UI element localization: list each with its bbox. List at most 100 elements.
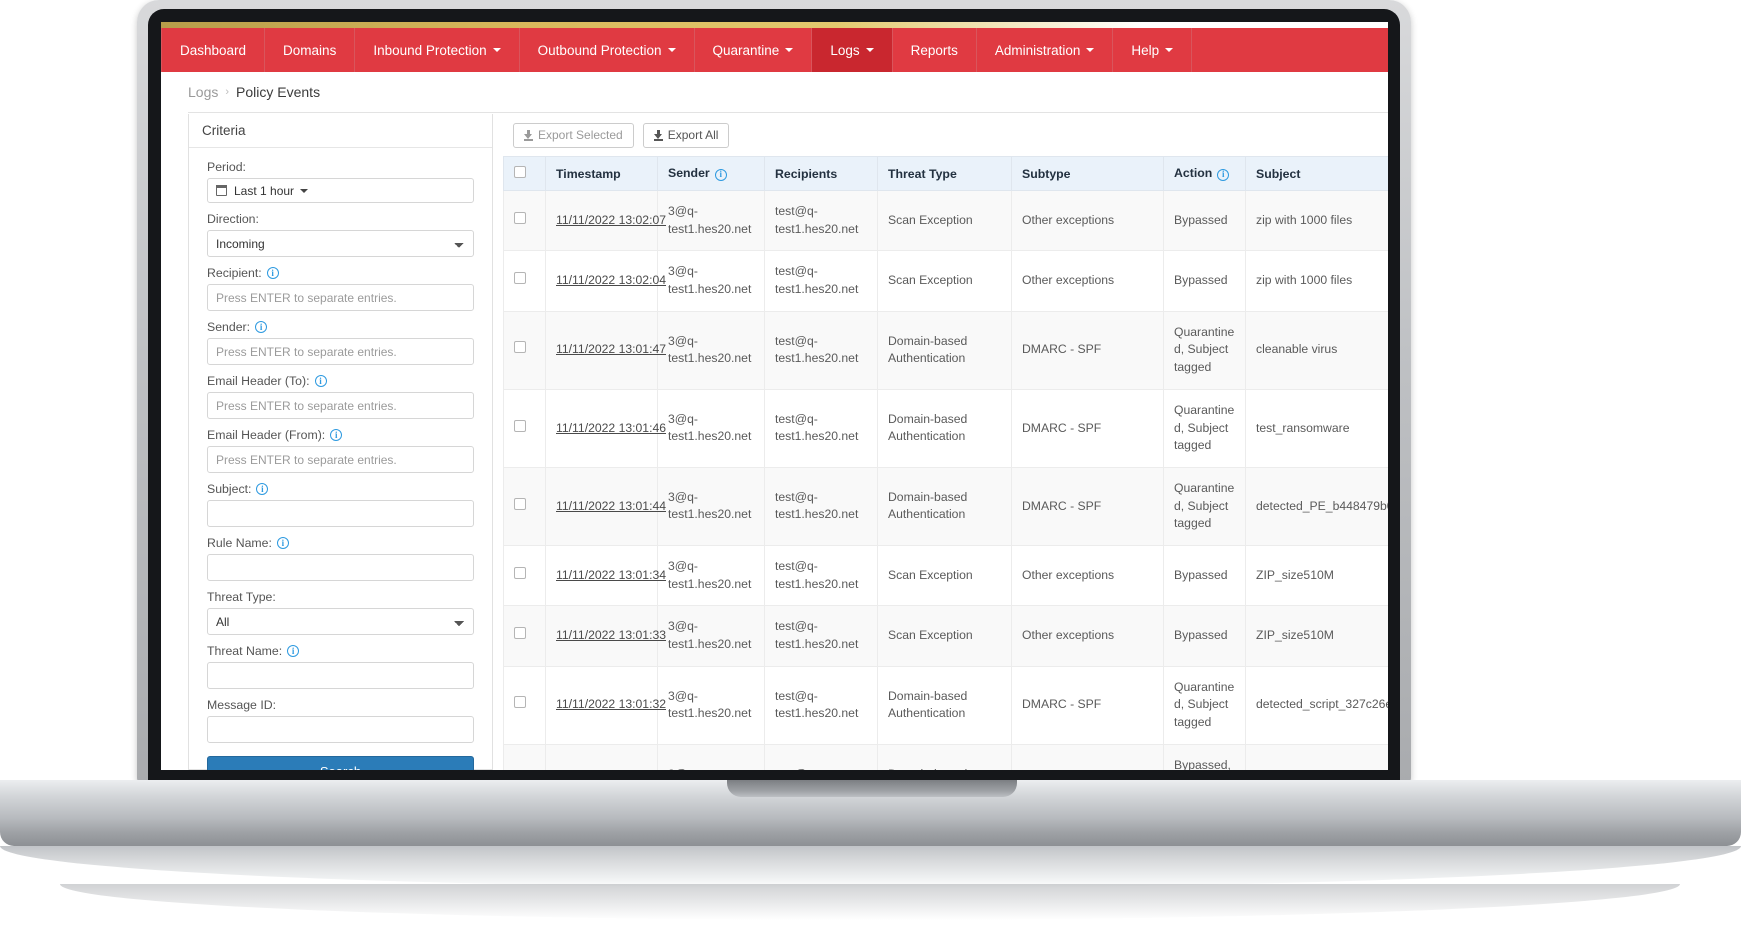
cell-recipients: test@q-test1.hes20.net [764, 605, 878, 667]
info-icon[interactable]: i [276, 537, 289, 549]
table-row[interactable]: 11/11/2022 13:01:46 3@q-test1.hes20.net te… [503, 388, 1388, 468]
info-icon[interactable]: i [1217, 168, 1230, 181]
cell-value: 3@q-test1.hes20.net [668, 688, 752, 721]
row-checkbox[interactable] [514, 497, 526, 510]
column-header-subtype[interactable]: Subtype [1011, 156, 1164, 191]
nav-item-quarantine[interactable]: Quarantine [695, 28, 813, 72]
cell-threat_type: Scan Exception [877, 605, 1012, 667]
timestamp-link[interactable]: 11/11/2022 13:01:32 [556, 697, 666, 711]
table-row[interactable]: 11/11/2022 13:02:07 3@q-test1.hes20.net te… [503, 189, 1388, 252]
direction-select[interactable]: Incoming [207, 230, 474, 257]
column-header-label: Recipients [775, 166, 838, 181]
table-header: Timestamp Sender i Recipients Threat Type Sub… [503, 156, 1388, 191]
timestamp-link[interactable]: 11/11/2022 13:01:34 [556, 568, 666, 582]
field-recipient: Recipient: i [207, 266, 474, 311]
threat-name-label: Threat Name: i [207, 644, 474, 658]
laptop-foot [0, 846, 1741, 888]
row-checkbox[interactable] [514, 272, 526, 285]
column-header-label: Threat Type [888, 166, 957, 181]
cell-checkbox [503, 665, 546, 745]
info-icon[interactable]: i [256, 483, 269, 495]
timestamp-link[interactable]: 11/11/2022 13:01:44 [556, 499, 666, 513]
nav-item-administration[interactable]: Administration [977, 28, 1114, 72]
info-icon[interactable]: i [314, 375, 327, 387]
table-row[interactable]: 11/11/2022 13:01:32 3@q-test1.hes20.net te… [503, 665, 1388, 745]
sender-label: Sender: i [207, 320, 474, 334]
table-row[interactable]: 11/11/2022 13:01:47 3@q-test1.hes20.net te… [503, 310, 1388, 390]
table-row[interactable]: 11/11/2022 13:01:44 3@q-test1.hes20.net te… [503, 466, 1388, 546]
timestamp-link[interactable]: 11/11/2022 13:02:07 [556, 213, 666, 227]
cell-value: test@q-test1.hes20.net [775, 411, 859, 444]
column-header-recipients[interactable]: Recipients [764, 156, 878, 191]
nav-item-reports[interactable]: Reports [893, 28, 977, 72]
email-header-from-label: Email Header (From): i [207, 428, 474, 442]
column-header-sender[interactable]: Sender i [657, 156, 765, 191]
criteria-form: Period: Last 1 hour Direction: Incoming … [189, 148, 492, 770]
row-checkbox[interactable] [514, 211, 526, 224]
sender-input[interactable] [207, 338, 474, 365]
row-checkbox[interactable] [514, 627, 526, 640]
laptop-screen: Dashboard Domains Inbound Protection Outbou… [161, 22, 1388, 770]
cell-value: Quarantined, Subject tagged [1174, 324, 1235, 375]
export-all-button[interactable]: Export All [642, 122, 730, 148]
field-rule-name: Rule Name: i [207, 536, 474, 581]
timestamp-link[interactable]: 11/11/2022 13:01:33 [556, 628, 666, 642]
column-header-timestamp[interactable]: Timestamp [545, 156, 658, 191]
table-row[interactable]: 11/11/2022 13:02:04 3@q-test1.hes20.net te… [503, 250, 1388, 312]
download-icon [524, 129, 533, 141]
period-dropdown-button[interactable]: Last 1 hour [207, 178, 474, 203]
row-checkbox[interactable] [514, 566, 526, 579]
email-header-to-input[interactable] [207, 392, 474, 419]
info-icon[interactable]: i [330, 429, 343, 441]
search-button[interactable]: Search [207, 756, 474, 770]
threat-name-input[interactable] [207, 662, 474, 689]
column-header-threat_type[interactable]: Threat Type [877, 156, 1012, 191]
threat-type-select[interactable]: All [207, 608, 474, 635]
table-row[interactable]: 11/11/2022 13:01:33 3@q-test1.hes20.net te… [503, 605, 1388, 667]
column-header-subject[interactable]: Subject [1245, 156, 1388, 191]
table-row[interactable]: 11/11/2022 13:01:34 3@q-test1.hes20.net te… [503, 544, 1388, 607]
cell-checkbox [503, 189, 546, 252]
export-selected-button[interactable]: Export Selected [513, 122, 634, 148]
select-all-checkbox[interactable] [514, 166, 526, 178]
nav-item-inbound-protection[interactable]: Inbound Protection [355, 28, 520, 72]
row-checkbox[interactable] [514, 696, 526, 709]
info-icon[interactable]: i [714, 168, 727, 181]
email-header-from-input[interactable] [207, 446, 474, 473]
nav-item-domains[interactable]: Domains [265, 28, 356, 72]
column-header-action[interactable]: Action i [1163, 156, 1246, 191]
timestamp-link[interactable]: 11/11/2022 13:02:04 [556, 273, 666, 287]
nav-item-logs[interactable]: Logs [812, 28, 893, 72]
nav-item-outbound-protection[interactable]: Outbound Protection [520, 28, 695, 72]
nav-item-label: Inbound Protection [373, 42, 487, 58]
main-navigation-bar: Dashboard Domains Inbound Protection Outbou… [161, 28, 1388, 72]
subject-input[interactable] [207, 500, 474, 527]
timestamp-link[interactable]: 11/11/2022 13:01:46 [556, 421, 666, 435]
info-icon[interactable]: i [266, 267, 279, 279]
message-id-input[interactable] [207, 716, 474, 743]
row-checkbox[interactable] [514, 419, 526, 432]
info-icon[interactable]: i [255, 321, 268, 333]
export-selected-label: Export Selected [538, 128, 623, 142]
row-checkbox[interactable] [514, 341, 526, 354]
cell-sender: 3@q-test1.hes20.net [657, 310, 765, 390]
table-row[interactable]: 11/11/2022 13:01:31 3@q-test1.hes20.net te… [503, 743, 1388, 770]
info-icon[interactable]: i [287, 645, 300, 657]
calendar-icon [215, 185, 227, 196]
nav-item-dashboard[interactable]: Dashboard [161, 28, 266, 72]
recipient-input[interactable] [207, 284, 474, 311]
breadcrumb-parent[interactable]: Logs [188, 84, 218, 100]
cell-value: 3@q-test1.hes20.net [668, 489, 752, 522]
cell-recipients: test@q-test1.hes20.net [764, 250, 878, 312]
rule-name-input[interactable] [207, 554, 474, 581]
email-header-to-label: Email Header (To): i [207, 374, 474, 388]
timestamp-link[interactable]: 11/11/2022 13:01:47 [556, 342, 666, 356]
nav-item-help[interactable]: Help [1113, 28, 1193, 72]
column-header-label: Subtype [1022, 166, 1071, 181]
chevron-down-icon [1165, 48, 1174, 52]
period-label: Period: [207, 160, 474, 174]
cell-subject: zip with 1000 files [1245, 250, 1388, 312]
cell-value: test@q-test1.hes20.net [775, 489, 859, 522]
nav-item-label: Dashboard [180, 42, 247, 58]
subject-label-text: Subject: [207, 482, 252, 496]
